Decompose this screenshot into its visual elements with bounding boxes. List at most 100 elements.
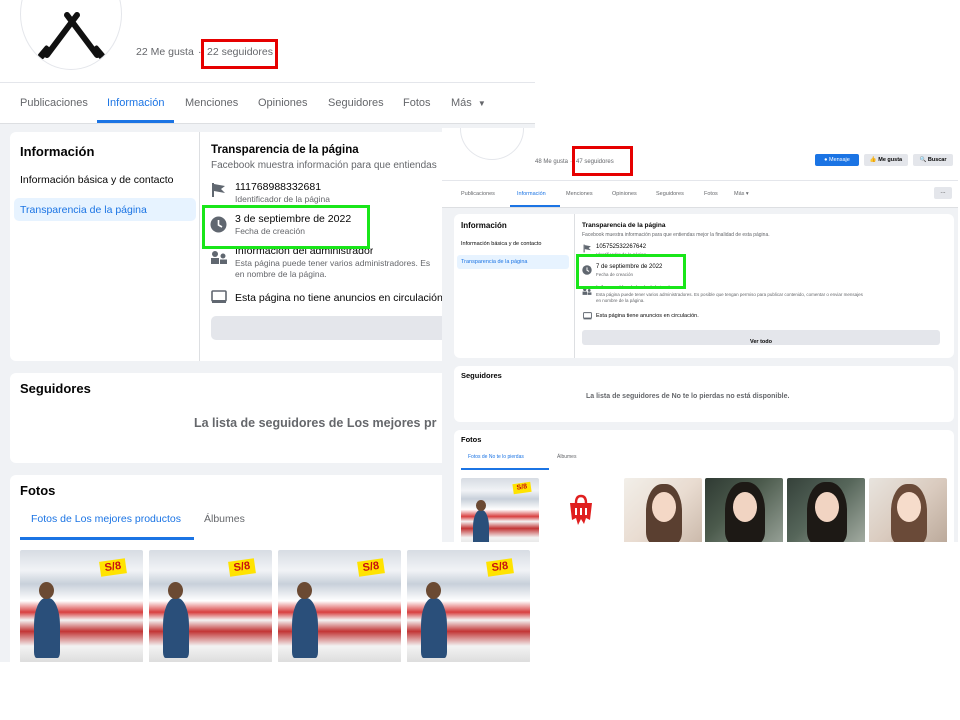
- nav-transparency-label: Transparencia de la página: [461, 259, 528, 265]
- ads-screen-icon: [583, 312, 592, 320]
- person-figure: [163, 598, 189, 658]
- person-head: [168, 582, 183, 599]
- tab-opiniones[interactable]: Opiniones: [258, 83, 308, 123]
- page-tabs: Publicaciones Información Menciones Opin…: [0, 82, 535, 124]
- more-options-button[interactable]: ···: [934, 187, 952, 199]
- tab-mas-label: Más: [451, 97, 472, 109]
- message-button-label: Mensaje: [829, 157, 850, 163]
- info-heading: Información: [20, 144, 95, 159]
- portrait-face: [733, 492, 757, 522]
- ads-status: Esta página no tiene anuncios en circula…: [235, 292, 452, 304]
- crossed-tools-logo-icon: [38, 12, 105, 60]
- tab-seguidores[interactable]: Seguidores: [328, 83, 384, 123]
- price-sign: S/8: [512, 481, 532, 495]
- info-divider: [199, 132, 200, 361]
- likes-count: 48 Me gusta: [535, 159, 569, 165]
- followers-heading: Seguidores: [20, 381, 91, 396]
- likes-count: 22 Me gusta: [136, 46, 194, 58]
- followers-unavailable-message: La lista de seguidores de No te lo pierd…: [586, 393, 790, 400]
- tab-menciones[interactable]: Menciones: [566, 191, 593, 197]
- more-options-icon: ···: [940, 190, 946, 196]
- highlight-creation-date-a: [202, 205, 370, 249]
- nav-basic-info[interactable]: Información básica y de contacto: [461, 241, 541, 247]
- photos-heading: Fotos: [461, 435, 482, 444]
- photo-thumbnail[interactable]: S/8: [149, 550, 272, 662]
- portrait-thumbnail[interactable]: [705, 478, 783, 542]
- tab-mas-label: Más: [734, 191, 745, 197]
- shopping-bag-thumbnail[interactable]: [542, 478, 620, 542]
- transparency-title: Transparencia de la página: [211, 144, 359, 156]
- tab-mas[interactable]: Más ▾: [734, 191, 749, 197]
- see-all-button[interactable]: Ver todo: [582, 330, 940, 345]
- photos-tab-main[interactable]: Fotos de Los mejores productos: [31, 513, 181, 525]
- person-figure: [473, 510, 489, 542]
- admin-info-desc-1: Esta página puede tener varios administr…: [235, 258, 431, 268]
- tab-mas[interactable]: Más ▼: [451, 83, 486, 123]
- photos-tab-main[interactable]: Fotos de No te lo pierdas: [468, 454, 524, 460]
- page-id-value: 111768988332681: [235, 181, 322, 193]
- page-id-label: Identificador de la página: [235, 194, 330, 204]
- transparency-title: Transparencia de la página: [582, 222, 666, 229]
- see-all-label: Ver todo: [749, 339, 772, 345]
- highlight-followers-b: [572, 146, 633, 176]
- nav-basic-info[interactable]: Información básica y de contacto: [20, 174, 174, 186]
- price-sign: S/8: [99, 558, 127, 577]
- portrait-thumbnail[interactable]: [787, 478, 865, 542]
- thumbs-up-icon: 👍: [869, 157, 877, 163]
- photos-tab-albums[interactable]: Álbumes: [204, 513, 245, 525]
- person-figure: [34, 598, 60, 658]
- photo-thumbnail[interactable]: S/8: [20, 550, 143, 662]
- tab-fotos[interactable]: Fotos: [704, 191, 718, 197]
- nav-transparency[interactable]: Transparencia de la página: [14, 198, 196, 221]
- ads-status: Esta página tiene anuncios en circulació…: [596, 313, 699, 319]
- like-button[interactable]: 👍 Me gusta: [864, 154, 908, 166]
- person-figure: [421, 598, 447, 658]
- tab-fotos[interactable]: Fotos: [403, 83, 431, 123]
- highlight-creation-date-b: [576, 254, 686, 289]
- photos-tab-underline: [461, 468, 549, 470]
- tab-informacion[interactable]: Información: [96, 83, 176, 123]
- photo-thumbnail[interactable]: S/8: [461, 478, 539, 542]
- tab-informacion[interactable]: Información: [517, 191, 546, 197]
- tab-active-underline: [510, 205, 560, 207]
- search-icon: 🔍: [919, 157, 927, 163]
- person-head: [39, 582, 54, 599]
- info-heading: Información: [461, 221, 507, 230]
- portrait-thumbnail[interactable]: [869, 478, 947, 542]
- followers-heading: Seguidores: [461, 371, 502, 380]
- photo-thumbnail[interactable]: S/8: [278, 550, 401, 662]
- search-button[interactable]: 🔍 Buscar: [913, 154, 953, 166]
- tab-menciones[interactable]: Menciones: [185, 83, 238, 123]
- photos-tab-underline: [20, 537, 194, 540]
- transparency-subtitle: Facebook muestra información para que en…: [582, 232, 770, 238]
- photos-tab-albums[interactable]: Álbumes: [557, 454, 576, 460]
- profile-avatar[interactable]: [20, 0, 122, 70]
- tab-seguidores[interactable]: Seguidores: [656, 191, 684, 197]
- tab-opiniones[interactable]: Opiniones: [612, 191, 637, 197]
- tab-publicaciones[interactable]: Publicaciones: [20, 83, 88, 123]
- portrait-thumbnail[interactable]: [624, 478, 702, 542]
- person-head: [297, 582, 312, 599]
- flag-icon: [212, 183, 225, 197]
- search-button-label: Buscar: [927, 157, 947, 163]
- like-button-label: Me gusta: [878, 157, 903, 163]
- photos-card: Fotos Fotos de No te lo pierdas Álbumes …: [454, 430, 954, 542]
- price-sign: S/8: [228, 558, 256, 577]
- person-head: [426, 582, 441, 599]
- profile-avatar[interactable]: [460, 128, 524, 160]
- tab-publicaciones[interactable]: Publicaciones: [461, 191, 495, 197]
- messenger-icon: ●: [824, 157, 828, 163]
- shopping-bag-logo-icon: [570, 494, 592, 525]
- admin-info-desc-2: en nombre de la página.: [596, 298, 645, 303]
- nav-transparency[interactable]: Transparencia de la página: [457, 255, 569, 269]
- photos-heading: Fotos: [20, 483, 56, 498]
- photo-thumbnail[interactable]: S/8: [407, 550, 530, 662]
- highlight-followers-a: [201, 39, 278, 69]
- portrait-face: [652, 492, 676, 522]
- page-header: 48 Me gusta · 47 seguidores ● Mensaje 👍 …: [442, 128, 958, 180]
- price-sign: S/8: [357, 558, 385, 577]
- chevron-down-icon: ▾: [745, 191, 749, 197]
- nav-transparency-label: Transparencia de la página: [20, 204, 147, 216]
- message-button[interactable]: ● Mensaje: [815, 154, 859, 166]
- flag-icon: [583, 244, 591, 253]
